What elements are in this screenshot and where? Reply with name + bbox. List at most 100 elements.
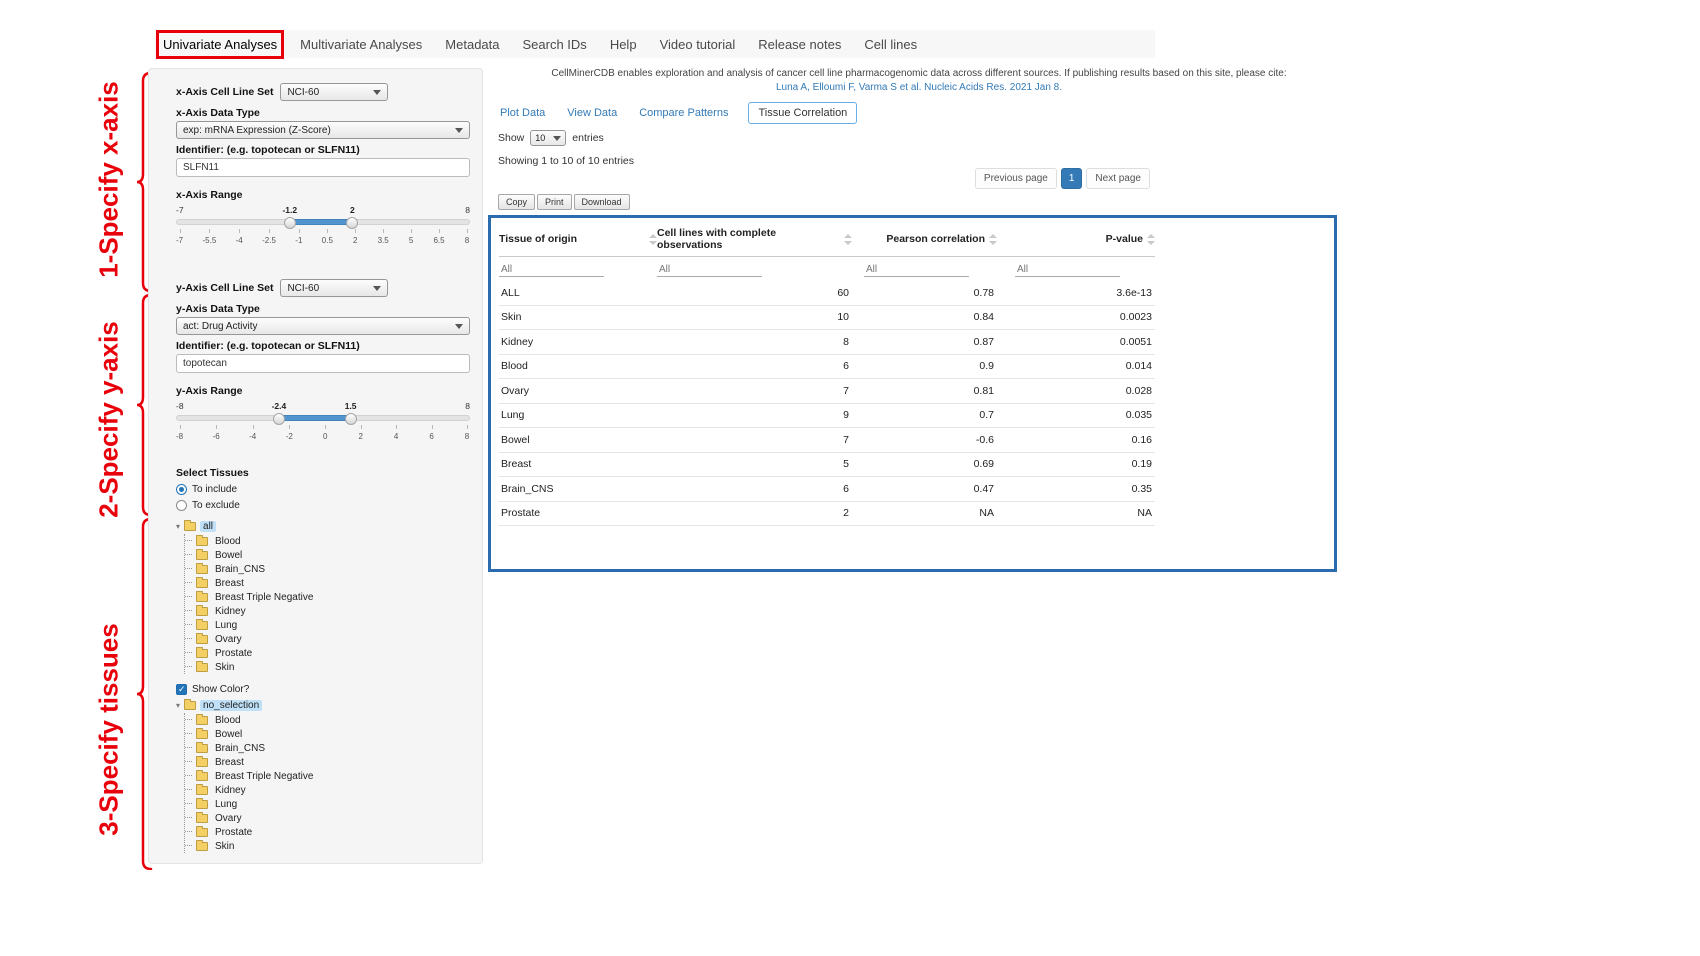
tree-item-tissue[interactable]: Bowel [185,727,470,741]
x-axis-range-slider[interactable]: -7 -1.2 2 8 -7-5.5-4-2.5-10.523.556.58 [176,205,470,253]
print-button[interactable]: Print [537,194,572,210]
y-axis-range-slider[interactable]: -8 -2.4 1.5 8 -8-6-4-202468 [176,401,470,449]
header-cell-lines[interactable]: Cell lines with complete observations [657,227,852,251]
filter-p-value-input[interactable] [1015,263,1120,277]
tree-item-label[interactable]: Bowel [212,729,245,740]
nav-multivariate-analyses[interactable]: Multivariate Analyses [300,37,422,52]
tree-expand-icon[interactable]: ▾ [176,701,180,710]
previous-page-button[interactable]: Previous page [975,168,1057,189]
nav-search-ids[interactable]: Search IDs [523,37,587,52]
y-slider-handle-low[interactable] [273,413,285,425]
tree-item-label[interactable]: Brain_CNS [212,564,268,575]
nav-cell-lines[interactable]: Cell lines [864,37,917,52]
tree-item-label[interactable]: Breast Triple Negative [212,771,316,782]
tree-item-tissue[interactable]: Skin [185,660,470,674]
tree-item-label[interactable]: Ovary [212,634,245,645]
radio-include-icon[interactable] [176,484,187,495]
tree-root-no-selection[interactable]: ▾ no_selection [176,698,470,713]
tree-item-tissue[interactable]: Kidney [185,604,470,618]
tree-item-label[interactable]: Ovary [212,813,245,824]
filter-pearson-input[interactable] [864,263,969,277]
dropdown-caret-icon [455,128,463,133]
x-axis-identifier-input[interactable] [176,158,470,177]
y-slider-handle-high[interactable] [345,413,357,425]
tree-item-tissue[interactable]: Prostate [185,825,470,839]
tab-plot-data[interactable]: Plot Data [498,103,547,123]
tree-item-label[interactable]: Blood [212,536,244,547]
tree-item-tissue[interactable]: Brain_CNS [185,562,470,576]
x-slider-handle-low[interactable] [284,217,296,229]
tree-item-label[interactable]: Breast [212,757,247,768]
tree-item-label[interactable]: Breast Triple Negative [212,592,316,603]
tree-item-tissue[interactable]: Lung [185,797,470,811]
x-slider-track[interactable] [176,219,470,225]
y-axis-cell-line-set-select[interactable]: NCI-60 [280,279,388,297]
tree-item-tissue[interactable]: Blood [185,713,470,727]
tree-item-tissue[interactable]: Ovary [185,632,470,646]
x-axis-cell-line-set-select[interactable]: NCI-60 [280,83,388,101]
tree-root-all-label[interactable]: all [200,521,216,532]
sort-icon[interactable] [844,234,852,245]
tree-item-label[interactable]: Prostate [212,648,255,659]
tree-item-tissue[interactable]: Brain_CNS [185,741,470,755]
next-page-button[interactable]: Next page [1086,168,1150,189]
x-axis-data-type-select[interactable]: exp: mRNA Expression (Z-Score) [176,121,470,139]
tree-item-tissue[interactable]: Skin [185,839,470,853]
nav-univariate-analyses[interactable]: Univariate Analyses [163,37,277,52]
tab-view-data[interactable]: View Data [565,103,619,123]
sort-icon[interactable] [989,234,997,245]
header-pearson-correlation[interactable]: Pearson correlation [852,227,997,251]
tree-item-tissue[interactable]: Breast [185,755,470,769]
tree-item-tissue[interactable]: Breast Triple Negative [185,590,470,604]
x-slider-handle-high[interactable] [346,217,358,229]
nav-release-notes[interactable]: Release notes [758,37,841,52]
download-button[interactable]: Download [574,194,630,210]
tree-item-label[interactable]: Blood [212,715,244,726]
tree-item-tissue[interactable]: Breast [185,576,470,590]
tab-compare-patterns[interactable]: Compare Patterns [637,103,730,123]
tree-expand-icon[interactable]: ▾ [176,522,180,531]
header-p-value[interactable]: P-value [997,227,1155,251]
radio-exclude-icon[interactable] [176,500,187,511]
filter-cell-lines-input[interactable] [657,263,762,277]
tree-item-label[interactable]: Bowel [212,550,245,561]
tab-tissue-correlation[interactable]: Tissue Correlation [748,102,857,124]
show-color-checkbox[interactable] [176,684,187,695]
tissues-exclude-option[interactable]: To exclude [176,500,470,511]
header-tissue-of-origin[interactable]: Tissue of origin [499,227,657,251]
tree-item-label[interactable]: Lung [212,799,240,810]
nav-help[interactable]: Help [610,37,637,52]
page-1-button[interactable]: 1 [1061,168,1083,189]
tree-item-tissue[interactable]: Lung [185,618,470,632]
page-size-select[interactable]: 10 [530,130,566,146]
copy-button[interactable]: Copy [498,194,535,210]
tree-item-label[interactable]: Brain_CNS [212,743,268,754]
tree-item-label[interactable]: Kidney [212,785,249,796]
y-axis-identifier-input[interactable] [176,354,470,373]
nav-metadata[interactable]: Metadata [445,37,499,52]
tree-item-tissue[interactable]: Ovary [185,811,470,825]
tissues-include-option[interactable]: To include [176,484,470,495]
tree-item-label[interactable]: Kidney [212,606,249,617]
tree-root-all[interactable]: ▾ all [176,519,470,534]
y-axis-data-type-select[interactable]: act: Drug Activity [176,317,470,335]
tree-item-label[interactable]: Prostate [212,827,255,838]
sort-icon[interactable] [1147,234,1155,245]
page-size-value: 10 [535,133,545,143]
y-slider-track[interactable] [176,415,470,421]
show-color-option[interactable]: Show Color? [176,684,470,695]
filter-tissue-input[interactable] [499,263,604,277]
citation-link[interactable]: Luna A, Elloumi F, Varma S et al. Nuclei… [488,82,1350,93]
tree-item-tissue[interactable]: Bowel [185,548,470,562]
tree-item-tissue[interactable]: Kidney [185,783,470,797]
tree-item-tissue[interactable]: Breast Triple Negative [185,769,470,783]
tree-item-label[interactable]: Skin [212,841,237,852]
tree-item-tissue[interactable]: Blood [185,534,470,548]
tree-item-label[interactable]: Skin [212,662,237,673]
tree-item-label[interactable]: Lung [212,620,240,631]
tree-item-tissue[interactable]: Prostate [185,646,470,660]
nav-video-tutorial[interactable]: Video tutorial [660,37,736,52]
tree-item-label[interactable]: Breast [212,578,247,589]
tree-root-no-selection-label[interactable]: no_selection [200,700,262,711]
sort-icon[interactable] [649,234,657,245]
